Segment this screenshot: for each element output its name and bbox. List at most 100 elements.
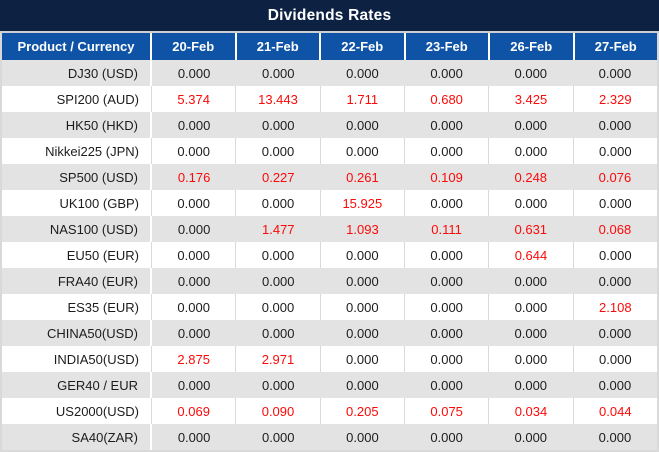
table-row: DJ30 (USD) 0.000 0.000 0.000 0.000 0.000 0.000	[2, 60, 657, 86]
column-header-date-2: 21-Feb	[237, 33, 321, 60]
dividend-value-cell: 0.000	[598, 273, 632, 289]
dividend-value-cell: 2.971	[236, 346, 321, 372]
dividend-value-cell: 0.000	[514, 273, 548, 289]
dividend-value-cell: 0.000	[177, 65, 211, 81]
dividend-value-cell: 0.000	[321, 346, 405, 372]
table-header-row: Product / Currency 20-Feb 21-Feb 22-Feb …	[2, 33, 657, 60]
table-row: Nikkei225 (JPN) 0.000 0.000 0.000 0.000 0.000…	[2, 138, 657, 164]
product-label: GER40 / EUR	[2, 372, 152, 398]
dividend-value-cell: 0.000	[514, 117, 548, 133]
dividend-value-cell: 0.000	[346, 325, 379, 341]
dividend-value-cell: 0.644	[489, 242, 574, 268]
dividend-value-cell: 0.680	[405, 86, 490, 112]
column-header-date-4: 23-Feb	[406, 33, 490, 60]
table-row: ES35 (EUR) 0.000 0.000 0.000 0.000 0.000 2.108	[2, 294, 657, 320]
dividend-value-cell: 0.000	[152, 190, 237, 216]
dividend-value-cell: 2.875	[152, 346, 237, 372]
dividend-value-cell: 0.000	[405, 138, 490, 164]
product-label: EU50 (EUR)	[2, 242, 152, 268]
dividend-value-cell: 0.000	[346, 117, 379, 133]
dividend-value-cell: 0.000	[177, 429, 211, 445]
dividend-value-cell: 0.000	[598, 65, 632, 81]
dividend-value-cell: 0.248	[514, 169, 548, 185]
dividend-value-cell: 0.000	[177, 273, 211, 289]
dividend-value-cell: 0.000	[261, 117, 295, 133]
table-row: EU50 (EUR) 0.000 0.000 0.000 0.000 0.644 0.000	[2, 242, 657, 268]
dividend-value-cell: 0.000	[261, 325, 295, 341]
dividend-value-cell: 0.000	[177, 117, 211, 133]
column-header-date-1: 20-Feb	[152, 33, 237, 60]
dividend-value-cell: 0.000	[430, 273, 463, 289]
product-label: SP500 (USD)	[2, 164, 152, 190]
table-row: NAS100 (USD) 0.000 1.477 1.093 0.111 0.631 0.0…	[2, 216, 657, 242]
dividend-value-cell: 0.000	[599, 247, 632, 263]
product-label: UK100 (GBP)	[2, 190, 152, 216]
dividend-value-cell: 0.111	[431, 221, 462, 237]
dividend-value-cell: 0.000	[261, 273, 295, 289]
dividend-value-cell: 3.425	[489, 86, 574, 112]
dividend-value-cell: 0.000	[598, 325, 632, 341]
dividend-value-cell: 0.000	[346, 377, 379, 393]
dividend-value-cell: 0.000	[489, 190, 574, 216]
dividend-value-cell: 0.000	[599, 143, 632, 159]
column-header-date-3: 22-Feb	[321, 33, 406, 60]
dividend-value-cell: 0.000	[236, 242, 321, 268]
dividend-value-cell: 0.000	[430, 325, 463, 341]
dividend-value-cell: 0.205	[321, 398, 405, 424]
table-row: GER40 / EUR 0.000 0.000 0.000 0.000 0.000 0.00…	[2, 372, 657, 398]
product-label: HK50 (HKD)	[2, 112, 152, 138]
dividend-value-cell: 0.261	[346, 169, 379, 185]
dividend-value-cell: 0.000	[236, 294, 321, 320]
dividend-value-cell: 0.000	[489, 138, 574, 164]
dividend-value-cell: 2.108	[599, 299, 632, 315]
dividend-value-cell: 0.069	[152, 398, 237, 424]
dividend-value-cell: 0.000	[261, 429, 295, 445]
dividend-value-cell: 0.068	[598, 221, 632, 237]
dividend-value-cell: 0.044	[599, 403, 632, 419]
dividend-value-cell: 0.109	[430, 169, 463, 185]
dividend-value-cell: 0.000	[346, 273, 379, 289]
dividend-value-cell: 0.000	[430, 117, 463, 133]
dividend-value-cell: 0.000	[405, 294, 490, 320]
dividend-value-cell: 0.000	[430, 429, 463, 445]
dividend-value-cell: 0.000	[405, 190, 490, 216]
dividend-value-cell: 0.000	[236, 138, 321, 164]
dividend-value-cell: 0.631	[514, 221, 548, 237]
dividend-value-cell: 0.000	[430, 65, 463, 81]
table-body: DJ30 (USD) 0.000 0.000 0.000 0.000 0.000 0.000…	[2, 60, 657, 450]
title-bar: Dividends Rates	[0, 0, 659, 33]
dividend-value-cell: 0.000	[321, 138, 405, 164]
dividend-value-cell: 0.076	[598, 169, 632, 185]
product-label: SA40(ZAR)	[2, 424, 152, 450]
column-header-date-6: 27-Feb	[594, 39, 637, 54]
table-row: UK100 (GBP) 0.000 0.000 15.925 0.000 0.000 0.0…	[2, 190, 657, 216]
dividend-value-cell: 0.000	[346, 65, 379, 81]
dividend-value-cell: 0.000	[152, 294, 237, 320]
dividend-value-cell: 0.000	[598, 377, 632, 393]
dividend-value-cell: 0.000	[177, 221, 211, 237]
dividend-value-cell: 0.000	[430, 377, 463, 393]
dividend-value-cell: 0.000	[152, 138, 237, 164]
table-row: SP500 (USD) 0.176 0.227 0.261 0.109 0.248 0.07…	[2, 164, 657, 190]
dividend-value-cell: 0.000	[598, 429, 632, 445]
page-title: Dividends Rates	[267, 6, 392, 24]
product-label: INDIA50(USD)	[2, 346, 152, 372]
dividend-value-cell: 0.000	[321, 242, 405, 268]
product-label: FRA40 (EUR)	[2, 268, 152, 294]
dividend-value-cell: 15.925	[321, 190, 405, 216]
dividend-value-cell: 0.000	[346, 429, 379, 445]
dividend-value-cell: 0.227	[261, 169, 295, 185]
dividend-value-cell: 0.000	[321, 294, 405, 320]
dividend-value-cell: 0.090	[236, 398, 321, 424]
table-row: FRA40 (EUR) 0.000 0.000 0.000 0.000 0.000 0.00…	[2, 268, 657, 294]
dividend-value-cell: 0.075	[405, 398, 490, 424]
dividend-value-cell: 0.000	[261, 377, 295, 393]
dividend-value-cell: 0.000	[599, 351, 632, 367]
dividend-value-cell: 0.000	[177, 377, 211, 393]
dividends-table: Product / Currency 20-Feb 21-Feb 22-Feb …	[0, 33, 659, 452]
dividend-value-cell: 13.443	[236, 86, 321, 112]
product-label: SPI200 (AUD)	[2, 86, 152, 112]
product-label: US2000(USD)	[2, 398, 152, 424]
dividend-value-cell: 1.477	[261, 221, 295, 237]
table-row: INDIA50(USD) 2.875 2.971 0.000 0.000 0.000 0.0…	[2, 346, 657, 372]
